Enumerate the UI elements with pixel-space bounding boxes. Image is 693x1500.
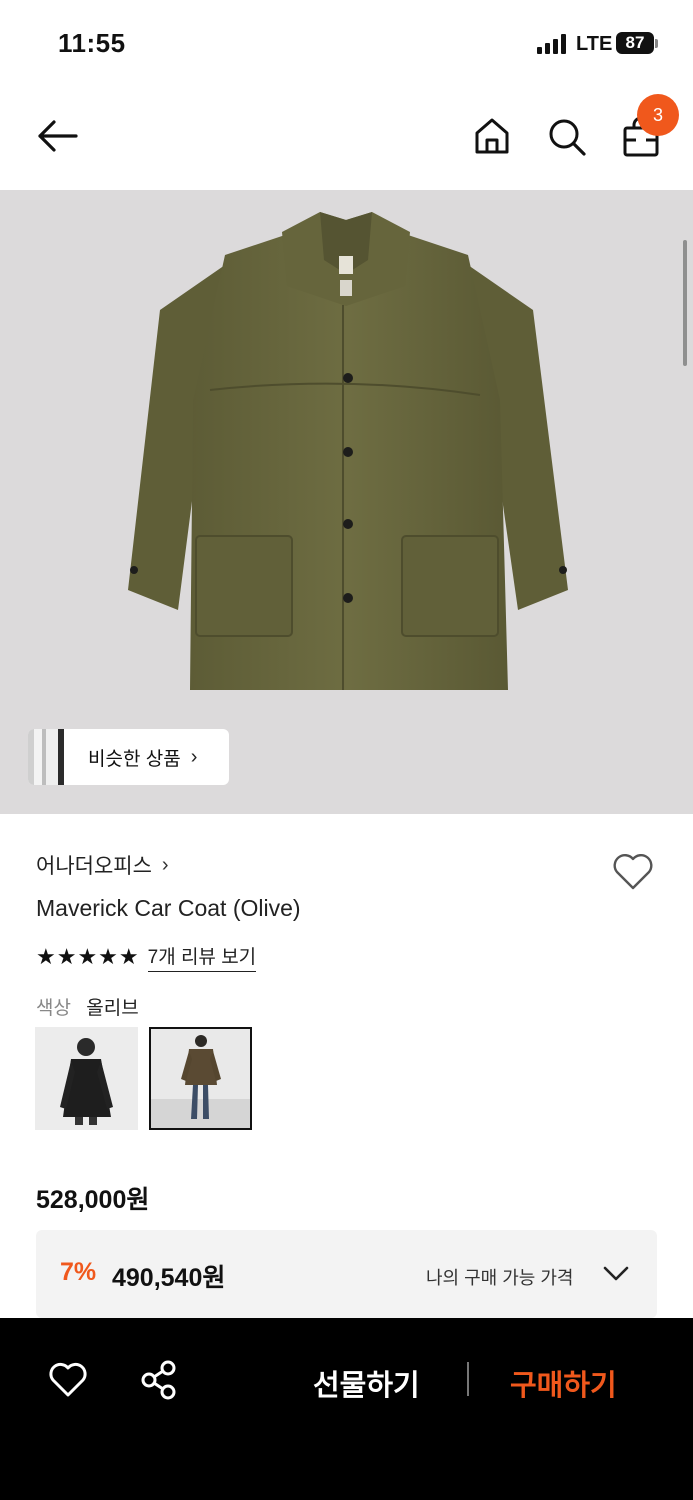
back-arrow-icon[interactable] (34, 116, 80, 156)
similar-products-button[interactable]: 비슷한 상품 › (28, 729, 229, 785)
discount-rate: 7% (60, 1258, 97, 1286)
bottom-action-bar: 선물하기 구매하기 (0, 1318, 693, 1500)
brand-link[interactable]: 어나더오피스 › (36, 850, 169, 880)
original-price: 528,000원 (36, 1186, 150, 1214)
black-coat-thumbnail (60, 1038, 113, 1125)
coat-illustration (128, 212, 568, 690)
gift-button[interactable]: 선물하기 (313, 1362, 420, 1404)
similar-products-thumbnail (28, 729, 64, 785)
status-time: 11:55 (58, 28, 126, 58)
color-option-black[interactable] (35, 1027, 138, 1130)
rating-row: ★★★★★ 7개 리뷰 보기 (36, 942, 257, 972)
chevron-right-icon: › (161, 853, 169, 876)
color-option-olive[interactable] (149, 1027, 252, 1130)
heart-icon[interactable] (48, 1362, 88, 1398)
color-value: 올리브 (86, 998, 139, 1019)
star-rating: ★★★★★ (36, 944, 140, 969)
top-navigation (0, 90, 693, 190)
signal-icon (537, 34, 566, 54)
heart-icon[interactable] (611, 851, 655, 891)
chevron-down-icon (603, 1266, 629, 1281)
olive-coat-thumbnail (151, 1035, 250, 1128)
brand-name: 어나더오피스 (36, 855, 152, 878)
share-icon[interactable] (140, 1360, 178, 1400)
my-price-dropdown[interactable]: 7% 490,540원 나의 구매 가능 가격 (36, 1230, 657, 1318)
search-icon[interactable] (546, 116, 588, 158)
home-icon[interactable] (472, 116, 512, 156)
buy-button[interactable]: 구매하기 (510, 1362, 617, 1404)
product-title: Maverick Car Coat (Olive) (36, 895, 301, 921)
image-scrollbar[interactable] (683, 240, 687, 366)
chevron-right-icon: › (190, 745, 198, 768)
reviews-link[interactable]: 7개 리뷰 보기 (147, 942, 257, 972)
battery-icon: 87 (616, 32, 654, 54)
divider (467, 1362, 469, 1396)
color-label: 색상 (36, 998, 71, 1019)
color-row: 색상 올리브 (36, 993, 139, 1020)
network-label: LTE (576, 33, 613, 55)
battery-tip (655, 39, 658, 48)
cart-count-badge: 3 (637, 94, 679, 136)
my-price-label: 나의 구매 가능 가격 (426, 1268, 574, 1288)
status-bar: 11:55 LTE 87 (0, 0, 693, 90)
discounted-price: 490,540원 (112, 1264, 226, 1292)
similar-products-label: 비슷한 상품 (88, 748, 181, 770)
product-image[interactable] (0, 190, 693, 814)
